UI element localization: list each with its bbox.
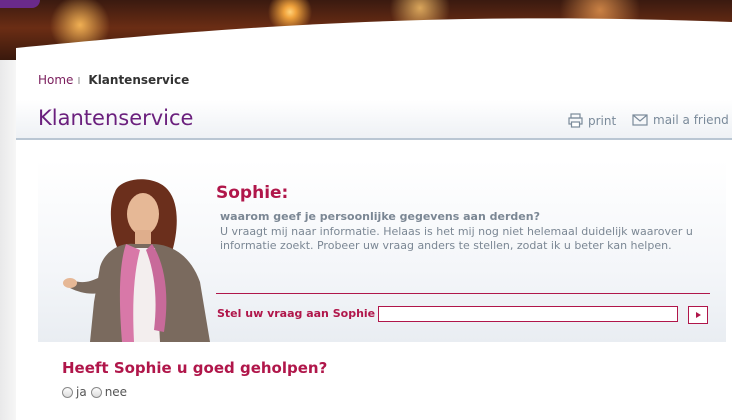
print-label: print — [588, 113, 617, 128]
feedback-yes-option[interactable]: ja — [62, 385, 87, 399]
feedback-options: ja nee — [62, 385, 131, 399]
agent-answer: U vraagt mij naar informatie. Helaas is … — [220, 225, 693, 252]
breadcrumb-home-link[interactable]: Home — [38, 73, 73, 87]
virtual-assistant-panel: Sophie: waarom geef je persoonlijke gege… — [38, 160, 726, 342]
agent-name: Sophie: — [216, 183, 289, 203]
print-link[interactable]: print — [568, 113, 616, 128]
ask-label: Stel uw vraag aan Sophie — [217, 307, 376, 320]
page-title: Klantenservice — [38, 106, 194, 130]
envelope-icon — [632, 114, 648, 126]
sophie-avatar — [63, 179, 210, 342]
user-question: waarom geef je persoonlijke gegevens aan… — [220, 210, 540, 223]
breadcrumb-current: Klantenservice — [88, 73, 190, 87]
mail-label: mail a friend — [653, 113, 729, 127]
ask-submit-button[interactable] — [688, 306, 708, 324]
feedback-yes-label: ja — [76, 385, 87, 399]
breadcrumb-separator: I — [77, 76, 81, 87]
feedback-question: Heeft Sophie u goed geholpen? — [62, 359, 328, 377]
ask-question-input[interactable] — [378, 306, 678, 322]
left-gutter — [0, 60, 16, 420]
play-arrow-icon — [696, 312, 701, 318]
ask-divider — [216, 293, 710, 294]
page-header: Klantenservice print mail a friend — [16, 100, 732, 140]
printer-icon — [568, 113, 583, 128]
feedback-no-option[interactable]: nee — [90, 385, 128, 399]
radio-yes[interactable] — [62, 386, 73, 398]
feedback-no-label: nee — [104, 385, 128, 399]
banner-curve — [16, 18, 732, 70]
mail-a-friend-link[interactable]: mail a friend — [632, 113, 729, 127]
breadcrumb: Home I Klantenservice — [38, 73, 189, 87]
radio-no[interactable] — [90, 386, 102, 398]
